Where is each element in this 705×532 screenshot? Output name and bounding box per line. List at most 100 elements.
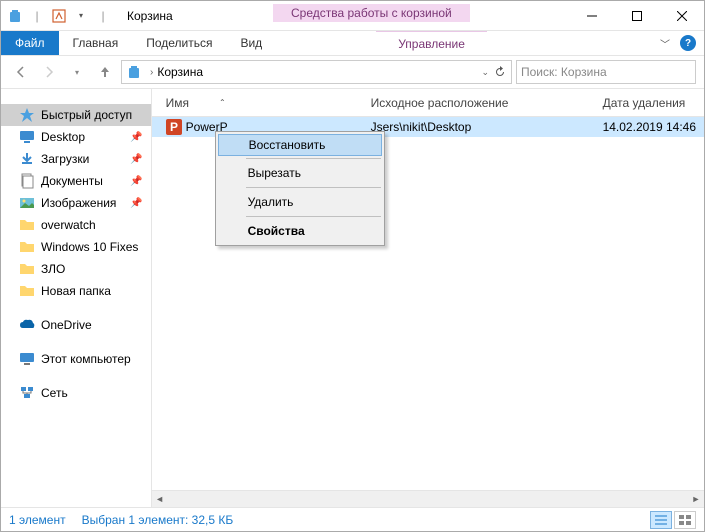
sidebar-item-label: Изображения bbox=[41, 196, 116, 210]
status-selection: Выбран 1 элемент: 32,5 КБ bbox=[82, 513, 234, 527]
pin-icon: 📌 bbox=[130, 198, 142, 209]
nav-history-dropdown[interactable]: ▾ bbox=[65, 60, 89, 84]
content-pane: Имя ⌃ Исходное расположение Дата удалени… bbox=[152, 89, 704, 507]
minimize-button[interactable] bbox=[569, 1, 614, 31]
this-pc-icon bbox=[19, 351, 35, 367]
tab-view[interactable]: Вид bbox=[226, 31, 276, 55]
pin-icon: 📌 bbox=[130, 132, 142, 143]
horizontal-scrollbar[interactable]: ◄ ► bbox=[152, 490, 704, 507]
folder-icon bbox=[19, 217, 35, 233]
nav-up-button[interactable] bbox=[93, 60, 117, 84]
star-icon bbox=[19, 107, 35, 123]
breadcrumb-segment[interactable]: Корзина bbox=[157, 65, 203, 79]
sidebar-item-folder[interactable]: ЗЛО bbox=[1, 258, 151, 280]
qat-dropdown-icon[interactable]: ▾ bbox=[73, 8, 89, 24]
sidebar-item-folder[interactable]: Windows 10 Fixes bbox=[1, 236, 151, 258]
file-location: Jsers\nikit\Desktop bbox=[363, 120, 595, 134]
context-menu-separator bbox=[246, 187, 381, 188]
scroll-right-icon[interactable]: ► bbox=[688, 491, 704, 507]
search-input[interactable]: Поиск: Корзина bbox=[516, 60, 696, 84]
sidebar-item-folder[interactable]: Новая папка bbox=[1, 280, 151, 302]
view-large-icons-button[interactable] bbox=[674, 511, 696, 529]
ribbon-collapse-icon[interactable]: ﹀ bbox=[660, 36, 670, 51]
file-date: 14.02.2019 14:46 bbox=[595, 120, 704, 134]
sidebar-item-quick-access[interactable]: Быстрый доступ bbox=[1, 104, 151, 126]
sidebar-item-label: overwatch bbox=[41, 218, 96, 232]
sidebar-item-desktop[interactable]: Desktop 📌 bbox=[1, 126, 151, 148]
sidebar-item-label: Desktop bbox=[41, 130, 85, 144]
nav-back-button[interactable] bbox=[9, 60, 33, 84]
scrollbar-track[interactable] bbox=[184, 494, 672, 504]
search-placeholder: Поиск: Корзина bbox=[521, 65, 607, 79]
scroll-left-icon[interactable]: ◄ bbox=[152, 491, 168, 507]
chevron-right-icon[interactable]: › bbox=[150, 67, 153, 78]
column-headers: Имя ⌃ Исходное расположение Дата удалени… bbox=[152, 89, 704, 117]
network-icon bbox=[19, 385, 35, 401]
properties-icon[interactable] bbox=[51, 8, 67, 24]
ribbon-tabs: Файл Главная Поделиться Вид Управление ﹀… bbox=[1, 31, 704, 56]
column-header-location[interactable]: Исходное расположение bbox=[363, 96, 595, 110]
folder-icon bbox=[19, 283, 35, 299]
pin-icon: 📌 bbox=[130, 154, 142, 165]
column-header-date[interactable]: Дата удаления bbox=[595, 96, 704, 110]
tab-file[interactable]: Файл bbox=[1, 31, 59, 55]
sidebar-item-label: Этот компьютер bbox=[41, 352, 131, 366]
sidebar-item-label: Windows 10 Fixes bbox=[41, 240, 138, 254]
view-details-button[interactable] bbox=[650, 511, 672, 529]
sidebar-item-label: Сеть bbox=[41, 386, 68, 400]
sidebar-item-folder[interactable]: overwatch bbox=[1, 214, 151, 236]
documents-icon bbox=[19, 173, 35, 189]
folder-icon bbox=[19, 261, 35, 277]
context-menu: Восстановить Вырезать Удалить Свойства bbox=[215, 131, 385, 246]
context-menu-cut[interactable]: Вырезать bbox=[218, 161, 382, 185]
sort-ascending-icon: ⌃ bbox=[219, 98, 226, 107]
sidebar-item-label: ЗЛО bbox=[41, 262, 65, 276]
sidebar-item-downloads[interactable]: Загрузки 📌 bbox=[1, 148, 151, 170]
address-bar-row: ▾ › Корзина ⌄ Поиск: Корзина bbox=[1, 56, 704, 89]
tab-share[interactable]: Поделиться bbox=[132, 31, 226, 55]
main-area: Быстрый доступ Desktop 📌 Загрузки 📌 Доку… bbox=[1, 89, 704, 507]
sidebar-item-onedrive[interactable]: OneDrive bbox=[1, 314, 151, 336]
powerpoint-icon: P bbox=[166, 119, 182, 135]
refresh-icon[interactable] bbox=[493, 65, 507, 79]
folder-icon bbox=[19, 239, 35, 255]
quick-access-toolbar: | ▾ | bbox=[1, 8, 117, 24]
maximize-button[interactable] bbox=[614, 1, 659, 31]
context-menu-delete[interactable]: Удалить bbox=[218, 190, 382, 214]
navigation-pane: Быстрый доступ Desktop 📌 Загрузки 📌 Доку… bbox=[1, 89, 152, 507]
qat-separator-icon: | bbox=[29, 8, 45, 24]
help-icon[interactable]: ? bbox=[680, 35, 696, 51]
titlebar: | ▾ | Корзина Средства работы с корзиной bbox=[1, 1, 704, 31]
svg-text:P: P bbox=[170, 120, 178, 134]
sidebar-item-label: Быстрый доступ bbox=[41, 108, 132, 122]
qat-separator-icon: | bbox=[95, 8, 111, 24]
sidebar-item-documents[interactable]: Документы 📌 bbox=[1, 170, 151, 192]
sidebar-item-label: OneDrive bbox=[41, 318, 92, 332]
column-header-name[interactable]: Имя ⌃ bbox=[158, 96, 363, 110]
tab-manage[interactable]: Управление bbox=[376, 31, 487, 55]
window-controls bbox=[569, 1, 704, 31]
desktop-icon bbox=[19, 129, 35, 145]
sidebar-item-this-pc[interactable]: Этот компьютер bbox=[1, 348, 151, 370]
downloads-icon bbox=[19, 151, 35, 167]
breadcrumb[interactable]: › Корзина ⌄ bbox=[121, 60, 512, 84]
nav-forward-button[interactable] bbox=[37, 60, 61, 84]
sidebar-item-label: Загрузки bbox=[41, 152, 89, 166]
close-button[interactable] bbox=[659, 1, 704, 31]
sidebar-item-pictures[interactable]: Изображения 📌 bbox=[1, 192, 151, 214]
tab-home[interactable]: Главная bbox=[59, 31, 133, 55]
context-menu-separator bbox=[246, 216, 381, 217]
context-menu-properties[interactable]: Свойства bbox=[218, 219, 382, 243]
context-menu-restore[interactable]: Восстановить bbox=[218, 134, 382, 156]
pictures-icon bbox=[19, 195, 35, 211]
view-switcher bbox=[650, 511, 696, 529]
sidebar-item-network[interactable]: Сеть bbox=[1, 382, 151, 404]
window-title: Корзина bbox=[127, 9, 173, 23]
breadcrumb-dropdown-icon[interactable]: ⌄ bbox=[481, 67, 489, 78]
contextual-tab-header: Средства работы с корзиной bbox=[273, 4, 470, 22]
status-item-count: 1 элемент bbox=[9, 513, 66, 527]
recycle-bin-icon bbox=[7, 8, 23, 24]
sidebar-item-label: Новая папка bbox=[41, 284, 111, 298]
recycle-bin-icon bbox=[126, 64, 142, 80]
onedrive-icon bbox=[19, 317, 35, 333]
